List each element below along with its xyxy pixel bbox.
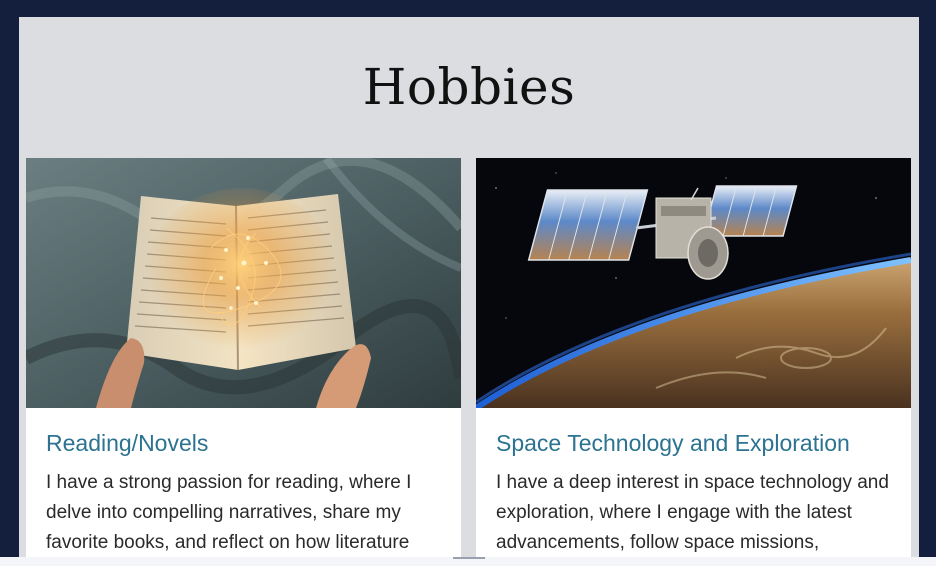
scroll-indicator[interactable] xyxy=(453,557,485,559)
page-title: Hobbies xyxy=(362,58,576,116)
card-text-reading: I have a strong passion for reading, whe… xyxy=(46,472,412,553)
bottom-scroll-strip xyxy=(0,557,936,566)
reading-book-image xyxy=(26,158,461,408)
card-title-reading: Reading/Novels xyxy=(46,430,209,456)
hobby-card-space: Space Technology and Exploration I have … xyxy=(476,158,911,566)
hobby-card-reading: Reading/Novels I have a strong passion f… xyxy=(26,158,461,566)
satellite-earth-image xyxy=(476,158,911,408)
hobbies-section: Hobbies Reading/Novels I have a strong p… xyxy=(19,17,919,566)
card-title-space: Space Technology and Exploration xyxy=(496,430,850,456)
card-text-space: I have a deep interest in space technolo… xyxy=(496,472,889,553)
